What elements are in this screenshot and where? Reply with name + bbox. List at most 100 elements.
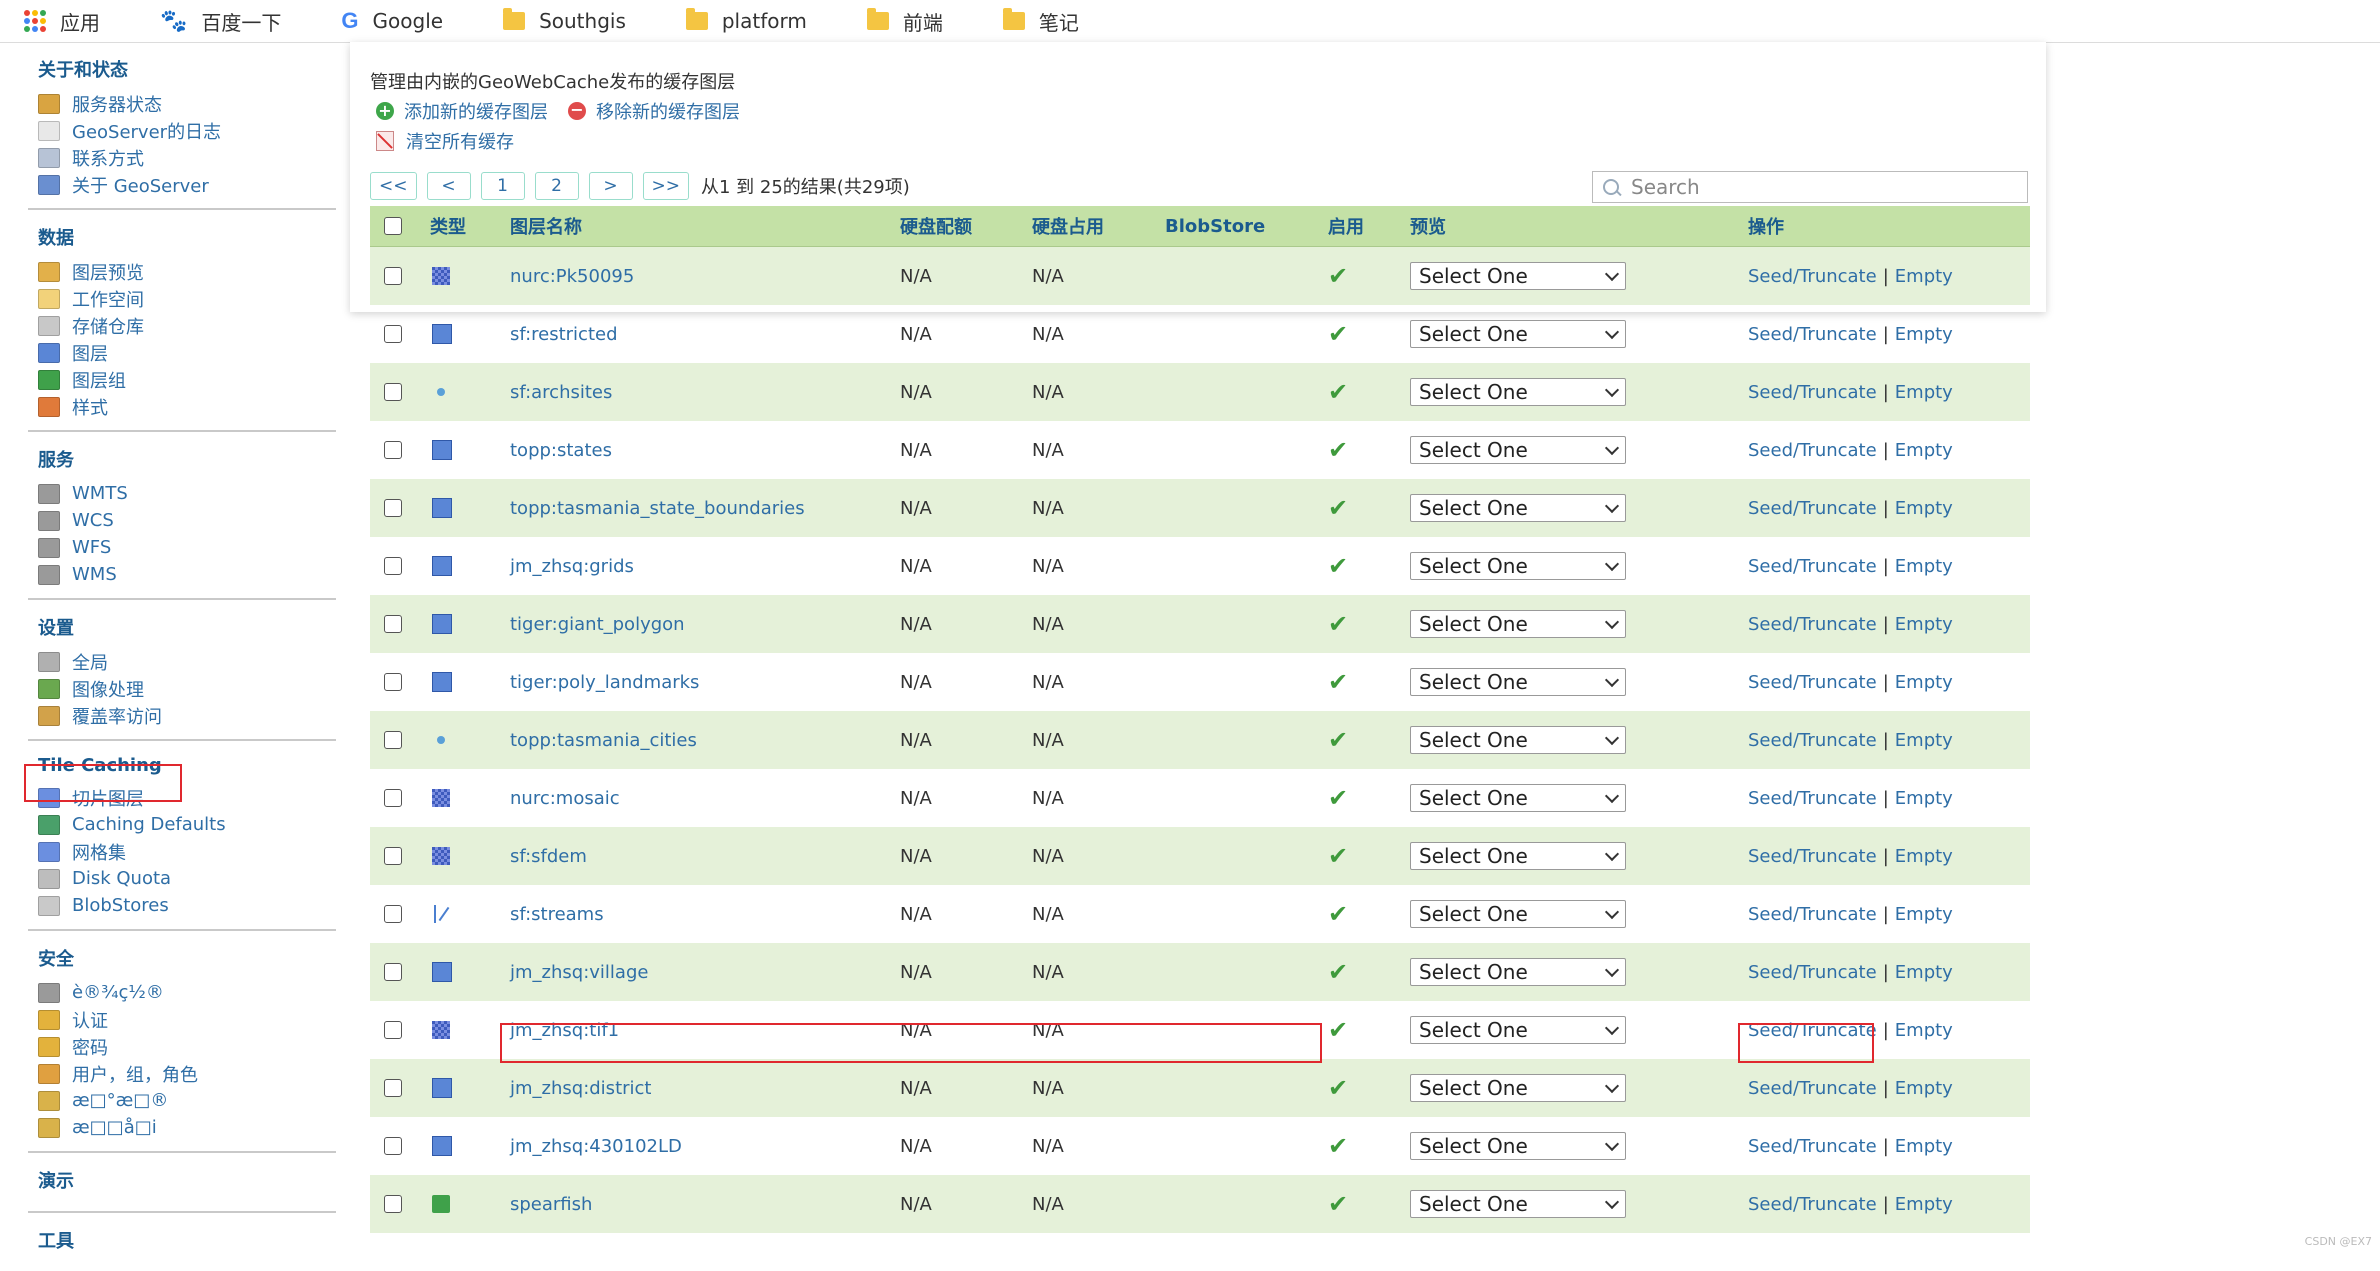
sidebar-item[interactable]: 全局	[28, 648, 338, 675]
preview-select[interactable]: Select One	[1410, 610, 1626, 638]
clear-all-cache-link[interactable]: 清空所有缓存	[376, 128, 514, 154]
layer-name-link[interactable]: jm_zhsq:430102LD	[510, 1136, 682, 1157]
seed-truncate-link[interactable]: Seed/Truncate	[1748, 730, 1877, 751]
col-layer-name[interactable]: 图层名称	[510, 213, 582, 239]
preview-select[interactable]: Select One	[1410, 842, 1626, 870]
row-checkbox[interactable]	[384, 325, 402, 343]
row-checkbox[interactable]	[384, 1079, 402, 1097]
seed-truncate-link[interactable]: Seed/Truncate	[1748, 846, 1877, 867]
layer-name-link[interactable]: tiger:poly_landmarks	[510, 672, 699, 693]
col-disk-quota[interactable]: 硬盘配额	[900, 213, 972, 239]
col-disk-usage[interactable]: 硬盘占用	[1032, 213, 1104, 239]
sidebar-item[interactable]: æ□°æ□®	[28, 1087, 338, 1114]
row-checkbox[interactable]	[384, 615, 402, 633]
empty-link[interactable]: Empty	[1895, 266, 1953, 287]
preview-select[interactable]: Select One	[1410, 320, 1626, 348]
seed-truncate-link[interactable]: Seed/Truncate	[1748, 382, 1877, 403]
sidebar-item[interactable]: GeoServer的日志	[28, 117, 338, 144]
empty-link[interactable]: Empty	[1895, 1078, 1953, 1099]
sidebar-item[interactable]: 图层组	[28, 366, 338, 393]
sidebar-item[interactable]: 图层预览	[28, 258, 338, 285]
sidebar-item[interactable]: 关于 GeoServer	[28, 171, 338, 198]
preview-select[interactable]: Select One	[1410, 1016, 1626, 1044]
prev-page-button[interactable]: <	[426, 172, 471, 200]
col-type[interactable]: 类型	[430, 213, 466, 239]
bookmark-3[interactable]: Southgis	[503, 8, 626, 33]
seed-truncate-link[interactable]: Seed/Truncate	[1748, 788, 1877, 809]
preview-select[interactable]: Select One	[1410, 262, 1626, 290]
seed-truncate-link[interactable]: Seed/Truncate	[1748, 266, 1877, 287]
remove-cached-layer-link[interactable]: − 移除新的缓存图层	[568, 98, 740, 124]
empty-link[interactable]: Empty	[1895, 730, 1953, 751]
layer-name-link[interactable]: tiger:giant_polygon	[510, 614, 685, 635]
sidebar-item[interactable]: 网格集	[28, 838, 338, 865]
layer-name-link[interactable]: sf:restricted	[510, 324, 618, 345]
bookmark-2[interactable]: G Google	[341, 8, 443, 34]
bookmark-4[interactable]: platform	[685, 8, 807, 33]
sidebar-item[interactable]: è®¾ç½®	[28, 979, 338, 1006]
search-input[interactable]: Search	[1592, 171, 2028, 203]
seed-truncate-link[interactable]: Seed/Truncate	[1748, 962, 1877, 983]
sidebar-item[interactable]: 用户，组，角色	[28, 1060, 338, 1087]
layer-name-link[interactable]: topp:tasmania_state_boundaries	[510, 498, 805, 519]
sidebar-item[interactable]: WFS	[28, 534, 338, 561]
seed-truncate-link[interactable]: Seed/Truncate	[1748, 1136, 1877, 1157]
sidebar-item[interactable]: 图层	[28, 339, 338, 366]
layer-name-link[interactable]: sf:sfdem	[510, 846, 587, 867]
empty-link[interactable]: Empty	[1895, 1136, 1953, 1157]
layer-name-link[interactable]: jm_zhsq:district	[510, 1078, 651, 1099]
preview-select[interactable]: Select One	[1410, 668, 1626, 696]
select-all-checkbox[interactable]	[384, 217, 402, 235]
sidebar-item[interactable]: 密码	[28, 1033, 338, 1060]
sidebar-item[interactable]: WMTS	[28, 480, 338, 507]
row-checkbox[interactable]	[384, 731, 402, 749]
bookmark-1[interactable]: 🐾 百度一下	[160, 7, 281, 36]
bookmark-0[interactable]: 应用	[24, 7, 100, 36]
empty-link[interactable]: Empty	[1895, 672, 1953, 693]
row-checkbox[interactable]	[384, 557, 402, 575]
empty-link[interactable]: Empty	[1895, 498, 1953, 519]
preview-select[interactable]: Select One	[1410, 552, 1626, 580]
preview-select[interactable]: Select One	[1410, 726, 1626, 754]
row-checkbox[interactable]	[384, 1195, 402, 1213]
preview-select[interactable]: Select One	[1410, 494, 1626, 522]
layer-name-link[interactable]: topp:states	[510, 440, 612, 461]
row-checkbox[interactable]	[384, 267, 402, 285]
sidebar-item[interactable]: Disk Quota	[28, 865, 338, 892]
sidebar-item[interactable]: 存储仓库	[28, 312, 338, 339]
layer-name-link[interactable]: jm_zhsq:grids	[510, 556, 634, 577]
layer-name-link[interactable]: sf:streams	[510, 904, 604, 925]
row-checkbox[interactable]	[384, 1137, 402, 1155]
layer-name-link[interactable]: sf:archsites	[510, 382, 612, 403]
bookmark-6[interactable]: 笔记	[1002, 7, 1079, 36]
seed-truncate-link[interactable]: Seed/Truncate	[1748, 556, 1877, 577]
preview-select[interactable]: Select One	[1410, 1074, 1626, 1102]
empty-link[interactable]: Empty	[1895, 846, 1953, 867]
row-checkbox[interactable]	[384, 905, 402, 923]
bookmark-5[interactable]: 前端	[866, 7, 943, 36]
layer-name-link[interactable]: jm_zhsq:village	[510, 962, 648, 983]
layer-name-link[interactable]: nurc:mosaic	[510, 788, 620, 809]
sidebar-item[interactable]: 覆盖率访问	[28, 702, 338, 729]
row-checkbox[interactable]	[384, 789, 402, 807]
row-checkbox[interactable]	[384, 499, 402, 517]
empty-link[interactable]: Empty	[1895, 1194, 1953, 1215]
seed-truncate-link[interactable]: Seed/Truncate	[1748, 498, 1877, 519]
empty-link[interactable]: Empty	[1895, 962, 1953, 983]
sidebar-item[interactable]: 认证	[28, 1006, 338, 1033]
sidebar-item[interactable]: 图像处理	[28, 675, 338, 702]
empty-link[interactable]: Empty	[1895, 440, 1953, 461]
preview-select[interactable]: Select One	[1410, 1190, 1626, 1218]
sidebar-item[interactable]: 样式	[28, 393, 338, 420]
seed-truncate-link[interactable]: Seed/Truncate	[1748, 440, 1877, 461]
empty-link[interactable]: Empty	[1895, 904, 1953, 925]
seed-truncate-link[interactable]: Seed/Truncate	[1748, 324, 1877, 345]
empty-link[interactable]: Empty	[1895, 788, 1953, 809]
last-page-button[interactable]: >>	[642, 172, 689, 200]
sidebar-item[interactable]: 联系方式	[28, 144, 338, 171]
row-checkbox[interactable]	[384, 441, 402, 459]
add-cached-layer-link[interactable]: + 添加新的缓存图层	[376, 98, 548, 124]
empty-link[interactable]: Empty	[1895, 1020, 1953, 1041]
seed-truncate-link[interactable]: Seed/Truncate	[1748, 1194, 1877, 1215]
row-checkbox[interactable]	[384, 963, 402, 981]
